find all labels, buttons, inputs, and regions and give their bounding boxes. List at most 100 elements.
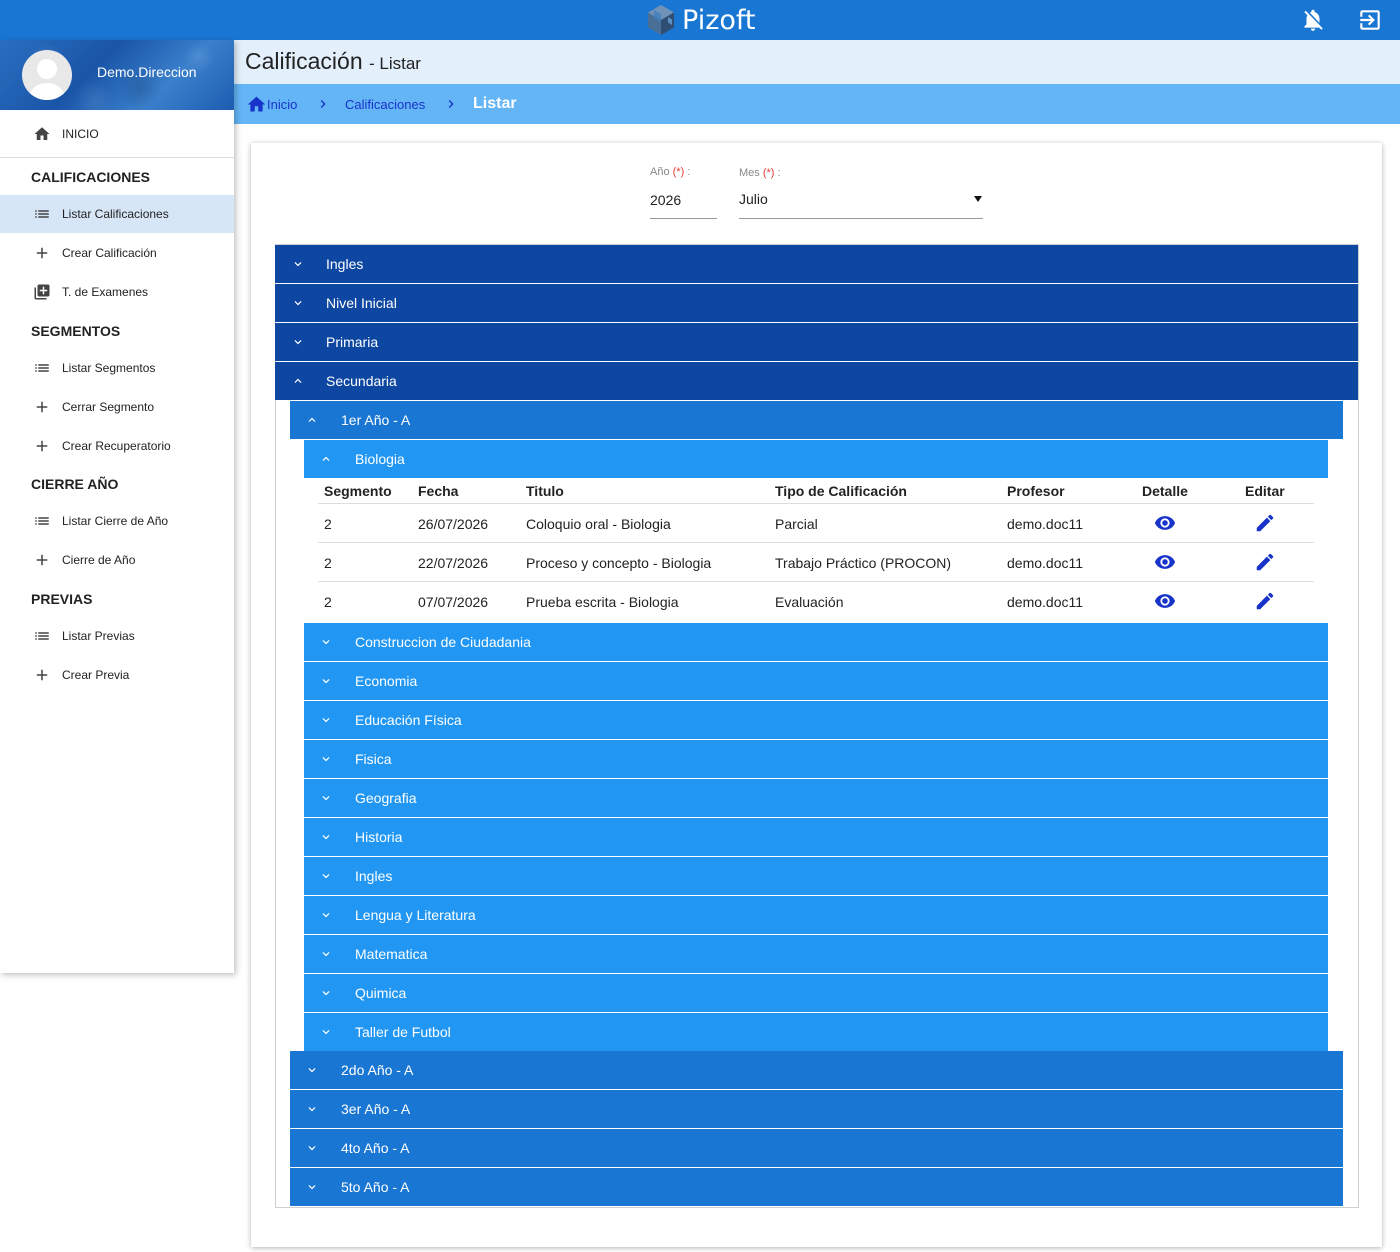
level-secundaria[interactable]: Secundaria xyxy=(275,362,1358,400)
level-label: Primaria xyxy=(326,334,379,350)
cell-fecha: 26/07/2026 xyxy=(418,516,489,532)
subject-construccion-de-ciudadania[interactable]: Construccion de Ciudadania xyxy=(304,623,1328,661)
label-colon: : xyxy=(687,166,691,178)
chevron-down-icon xyxy=(322,640,330,645)
eye-icon[interactable] xyxy=(1154,590,1176,612)
subject-educacion-fisica[interactable]: Educación Física xyxy=(304,701,1328,739)
course-5to-ano-a[interactable]: 5to Año - A xyxy=(290,1168,1343,1206)
th-detalle: Detalle xyxy=(1142,483,1188,499)
cell-profesor: demo.doc11 xyxy=(1007,555,1084,571)
dropdown-arrow-icon[interactable] xyxy=(974,196,982,202)
pizoft-logo-icon xyxy=(648,5,674,35)
edit-pencil-icon[interactable] xyxy=(1254,590,1276,612)
plus-icon xyxy=(33,437,51,455)
sidebar-item-cerrar-segmento[interactable]: Cerrar Segmento xyxy=(0,388,234,426)
month-select[interactable]: Julio xyxy=(739,191,983,217)
subject-label: Matematica xyxy=(355,946,428,962)
course-3er-ano-a[interactable]: 3er Año - A xyxy=(290,1090,1343,1128)
eye-icon[interactable] xyxy=(1154,512,1176,534)
sidebar-item-crear-recuperatorio[interactable]: Crear Recuperatorio xyxy=(0,427,234,465)
page-subtitle: - Listar xyxy=(369,54,421,73)
sidebar-item-label: Crear Calificación xyxy=(62,246,157,260)
course-label: 4to Año - A xyxy=(341,1140,410,1156)
level-nivel-inicial[interactable]: Nivel Inicial xyxy=(275,284,1358,322)
table-divider xyxy=(318,503,1314,504)
year-input[interactable]: 2026 xyxy=(650,192,681,208)
breadcrumb-home[interactable]: Inicio xyxy=(246,84,297,124)
level-ingles[interactable]: Ingles xyxy=(275,245,1358,283)
subject-label: Construccion de Ciudadania xyxy=(355,634,531,650)
subject-lengua-y-literatura[interactable]: Lengua y Literatura xyxy=(304,896,1328,934)
level-primaria[interactable]: Primaria xyxy=(275,323,1358,361)
chevron-down-icon xyxy=(322,991,330,996)
page-header: Calificación - Listar xyxy=(234,40,1400,84)
year-label-text: Año xyxy=(650,166,670,178)
sidebar-item-listar-previas[interactable]: Listar Previas xyxy=(0,617,234,655)
sidebar-item-cierre-ano[interactable]: Cierre de Año xyxy=(0,541,234,579)
th-fecha: Fecha xyxy=(418,483,459,499)
logout-icon[interactable] xyxy=(1356,6,1384,34)
edit-pencil-icon[interactable] xyxy=(1254,512,1276,534)
sidebar-item-crear-previa[interactable]: Crear Previa xyxy=(0,656,234,694)
sidebar-item-label: Listar Segmentos xyxy=(62,361,156,375)
year-underline xyxy=(650,218,717,219)
cell-segmento: 2 xyxy=(324,516,332,532)
sidebar-item-tipos-examenes[interactable]: T. de Examenes xyxy=(0,273,234,311)
subject-economia[interactable]: Economia xyxy=(304,662,1328,700)
cell-fecha: 22/07/2026 xyxy=(418,555,489,571)
level-label: Secundaria xyxy=(326,373,397,389)
sidebar-item-listar-cierre[interactable]: Listar Cierre de Año xyxy=(0,502,234,540)
month-underline xyxy=(739,218,983,219)
sidebar-item-listar-segmentos[interactable]: Listar Segmentos xyxy=(0,349,234,387)
cell-titulo: Proceso y concepto - Biologia xyxy=(526,555,712,571)
subject-label: Educación Física xyxy=(355,712,462,728)
breadcrumb: Inicio Calificaciones Listar xyxy=(234,84,1400,124)
table-divider xyxy=(318,581,1314,582)
chevron-down-icon xyxy=(322,1030,330,1035)
year-label: Año (*) : xyxy=(650,166,690,178)
subject-quimica[interactable]: Quimica xyxy=(304,974,1328,1012)
chevron-down-icon xyxy=(322,952,330,957)
chevron-up-icon xyxy=(322,456,330,461)
subject-fisica[interactable]: Fisica xyxy=(304,740,1328,778)
sidebar-item-crear-calificacion[interactable]: Crear Calificación xyxy=(0,234,234,272)
edit-pencil-icon[interactable] xyxy=(1254,551,1276,573)
course-label: 1er Año - A xyxy=(341,412,411,428)
chevron-down-icon xyxy=(322,913,330,918)
page-title: Calificación - Listar xyxy=(245,48,421,75)
subject-taller-de-futbol[interactable]: Taller de Futbol xyxy=(304,1013,1328,1051)
course-1er-ano-a[interactable]: 1er Año - A xyxy=(290,401,1343,439)
subject-geografia[interactable]: Geografia xyxy=(304,779,1328,817)
eye-icon[interactable] xyxy=(1154,551,1176,573)
level-label: Ingles xyxy=(326,256,364,272)
month-label-text: Mes xyxy=(739,167,760,179)
course-label: 3er Año - A xyxy=(341,1101,411,1117)
chevron-down-icon xyxy=(322,718,330,723)
notifications-off-icon[interactable] xyxy=(1299,6,1327,34)
subject-historia[interactable]: Historia xyxy=(304,818,1328,856)
sidebar-item-inicio[interactable]: INICIO xyxy=(0,110,234,158)
section-title-segmentos: SEGMENTOS xyxy=(31,323,121,339)
sidebar-item-label: Listar Previas xyxy=(62,629,135,643)
chevron-down-icon xyxy=(322,835,330,840)
top-app-bar: Pizoft xyxy=(0,0,1400,40)
label-colon: : xyxy=(777,167,781,179)
cell-segmento: 2 xyxy=(324,555,332,571)
chevron-down-icon xyxy=(294,262,302,267)
sidebar-item-listar-calificaciones[interactable]: Listar Calificaciones xyxy=(0,195,234,233)
page-title-text: Calificación xyxy=(245,48,363,74)
chevron-down-icon xyxy=(322,796,330,801)
subject-label: Quimica xyxy=(355,985,407,1001)
course-label: 5to Año - A xyxy=(341,1179,410,1195)
breadcrumb-calificaciones[interactable]: Calificaciones xyxy=(345,84,425,124)
cell-tipo: Parcial xyxy=(775,516,818,532)
required-mark: (*) xyxy=(762,167,775,179)
subject-matematica[interactable]: Matematica xyxy=(304,935,1328,973)
cell-titulo: Coloquio oral - Biologia xyxy=(526,516,671,532)
subject-ingles[interactable]: Ingles xyxy=(304,857,1328,895)
course-2do-ano-a[interactable]: 2do Año - A xyxy=(290,1051,1343,1089)
library-add-icon xyxy=(33,283,51,301)
course-4to-ano-a[interactable]: 4to Año - A xyxy=(290,1129,1343,1167)
subject-biologia[interactable]: Biologia xyxy=(304,440,1328,478)
chevron-right-icon xyxy=(448,100,454,108)
